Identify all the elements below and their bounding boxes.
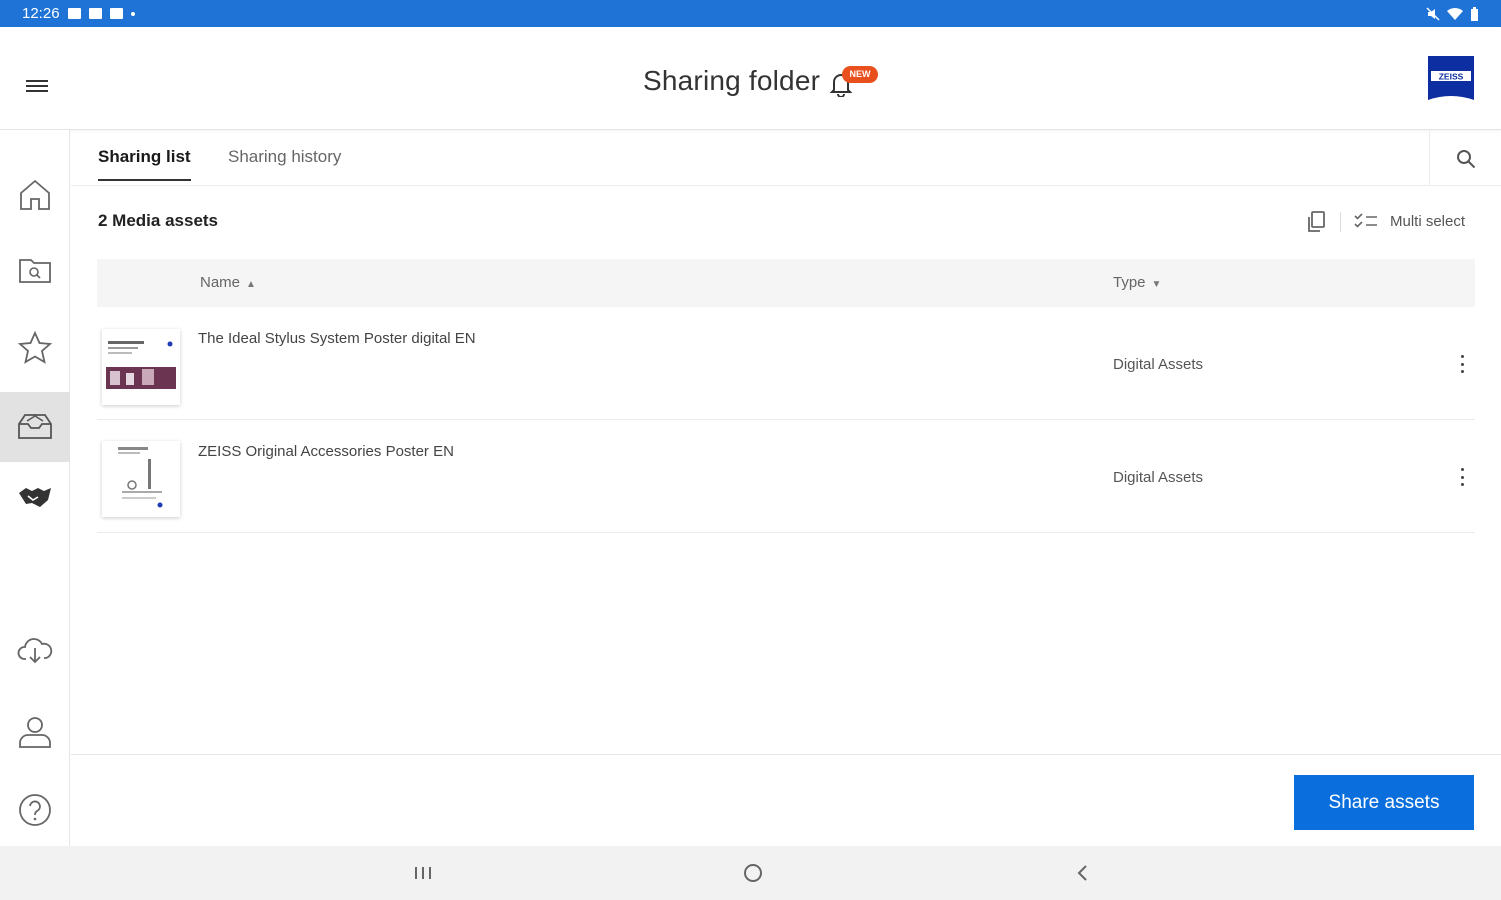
- asset-count: 2 Media assets: [98, 211, 219, 230]
- wifi-icon: [1447, 7, 1463, 20]
- rail-profile[interactable]: [0, 697, 70, 767]
- asset-name[interactable]: The Ideal Stylus System Poster digital E…: [198, 330, 476, 347]
- sharing-folder-icon: [18, 414, 52, 439]
- asset-type: Digital Assets: [1113, 469, 1204, 486]
- battery-icon: [1471, 6, 1478, 21]
- rail-favorites[interactable]: [0, 313, 70, 383]
- home-circle-icon: [744, 864, 762, 882]
- sort-up-icon: ▲: [246, 279, 256, 290]
- more-notifications-icon: [130, 11, 135, 16]
- multi-select-button[interactable]: Multi select: [1354, 212, 1465, 230]
- tab-bar: Sharing list Sharing history: [71, 131, 1501, 186]
- rail-home[interactable]: [0, 160, 70, 230]
- svg-text:ZEISS: ZEISS: [1439, 72, 1464, 82]
- column-name[interactable]: Name ▲: [200, 274, 256, 291]
- user-icon: [19, 717, 51, 748]
- share-assets-button[interactable]: Share assets: [1294, 775, 1474, 830]
- multi-select-label: Multi select: [1390, 212, 1466, 230]
- recent-apps-button[interactable]: [408, 860, 438, 886]
- more-options-icon[interactable]: [1454, 353, 1470, 375]
- back-arrow-icon: [1077, 865, 1087, 881]
- gallery-icon: [67, 8, 81, 19]
- asset-name[interactable]: ZEISS Original Accessories Poster EN: [198, 443, 454, 460]
- home-icon: [20, 179, 50, 210]
- more-options-icon[interactable]: [1454, 466, 1470, 488]
- app-bar: Sharing folder NEW ZEISS: [0, 27, 1501, 130]
- rail-downloads[interactable]: [0, 615, 70, 685]
- zeiss-logo: ZEISS: [1428, 56, 1474, 100]
- search-button[interactable]: [1429, 131, 1501, 186]
- tab-sharing-history[interactable]: Sharing history: [228, 147, 341, 179]
- system-navigation-bar: [0, 846, 1501, 900]
- asset-thumbnail: [102, 329, 180, 405]
- rail-sharing-folder[interactable]: [0, 392, 70, 462]
- asset-thumbnail: [102, 441, 180, 517]
- asset-type: Digital Assets: [1113, 356, 1204, 373]
- recent-apps-icon: [415, 867, 431, 879]
- handshake-icon: [19, 488, 51, 507]
- help-icon: [19, 794, 51, 826]
- mail-icon: [109, 8, 123, 19]
- poster-thumbnail-image: [118, 447, 163, 508]
- checklist-icon: [1354, 213, 1377, 228]
- action-footer: Share assets: [71, 754, 1501, 846]
- menu-icon[interactable]: [26, 77, 48, 93]
- star-icon: [17, 330, 53, 364]
- back-button[interactable]: [1068, 860, 1098, 886]
- search-icon: [1456, 149, 1475, 168]
- home-button[interactable]: [738, 860, 768, 886]
- filter-down-icon: ▼: [1151, 279, 1162, 290]
- rail-partners[interactable]: [0, 462, 70, 532]
- folder-search-icon: [19, 259, 51, 283]
- poster-thumbnail-image: [106, 341, 176, 389]
- rail-search-folder[interactable]: [0, 235, 70, 305]
- table-header: Name ▲ Type ▼: [97, 259, 1475, 307]
- status-time: 12:26: [22, 5, 60, 22]
- copy-icon[interactable]: [1305, 210, 1327, 234]
- cloud-icon: [88, 8, 102, 19]
- cloud-download-icon: [17, 638, 53, 664]
- page-title: Sharing folder: [643, 65, 821, 96]
- side-navigation: [0, 130, 70, 846]
- column-type[interactable]: Type ▼: [1113, 274, 1161, 291]
- new-badge: NEW: [842, 66, 878, 83]
- table-row[interactable]: The Ideal Stylus System Poster digital E…: [97, 307, 1475, 420]
- status-bar: 12:26: [0, 0, 1501, 27]
- mute-icon: [1426, 6, 1440, 21]
- header-divider: [1340, 212, 1341, 232]
- tab-sharing-list[interactable]: Sharing list: [98, 147, 191, 181]
- rail-help[interactable]: [0, 775, 70, 845]
- table-row[interactable]: ZEISS Original Accessories Poster EN Dig…: [97, 420, 1475, 533]
